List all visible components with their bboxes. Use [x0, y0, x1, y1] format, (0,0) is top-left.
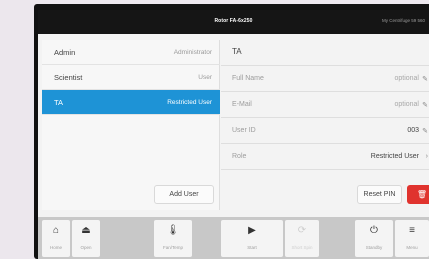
user-role: Administrator [173, 49, 212, 56]
field-value: Restricted User [370, 153, 419, 160]
home-icon: ⌂ [52, 225, 60, 236]
field-value: 003 [407, 127, 419, 134]
start-button[interactable]: ▶ Start [221, 220, 283, 257]
standby-button[interactable]: ⏻ Standby [355, 220, 393, 257]
play-icon: ▶ [248, 225, 256, 236]
user-list: Admin Administrator Scientist User TA Re… [42, 40, 220, 210]
user-role: User [198, 74, 212, 81]
email-field[interactable]: E-Mail optional ✎ [221, 92, 429, 118]
user-name: Admin [54, 48, 76, 57]
menu-button[interactable]: ≡ Menu [395, 220, 429, 257]
user-role: Restricted User [167, 99, 212, 106]
trash-icon: 🗑 [416, 190, 428, 199]
user-row-scientist[interactable]: Scientist User [42, 65, 220, 90]
field-value: optional [394, 101, 419, 108]
delete-user-button[interactable]: 🗑 [407, 185, 429, 204]
user-management-panel: Admin Administrator Scientist User TA Re… [38, 34, 429, 217]
nav-label: Standby [365, 245, 383, 250]
home-button[interactable]: ⌂ Home [42, 220, 70, 257]
device-status: My Centrifuge 59 560 [381, 18, 425, 23]
reset-pin-button[interactable]: Reset PIN [357, 185, 402, 204]
add-user-button[interactable]: Add User [154, 185, 214, 204]
user-row-ta[interactable]: TA Restricted User [42, 90, 220, 115]
nav-label: Menu [406, 245, 418, 250]
status-bar: Rotor FA-6x250 My Centrifuge 59 560 [38, 10, 429, 34]
spin-icon: ⟳ [297, 225, 307, 236]
nav-label: Start [247, 245, 257, 250]
full-name-field[interactable]: Full Name optional ✎ [221, 66, 429, 92]
user-row-admin[interactable]: Admin Administrator [42, 40, 220, 65]
rotor-title: Rotor FA-6x250 [214, 18, 253, 24]
detail-header: TA [221, 40, 429, 66]
short-spin-button[interactable]: ⟳ Short Spin [285, 220, 319, 257]
user-id-field[interactable]: User ID 003 ✎ [221, 118, 429, 144]
menu-icon: ≡ [409, 225, 415, 236]
nav-label: Short Spin [291, 245, 313, 250]
open-button[interactable]: ⏏ Open [72, 220, 100, 257]
open-lid-icon: ⏏ [81, 225, 91, 236]
nav-label: Fan/Temp [162, 245, 183, 250]
edit-icon[interactable]: ✎ [422, 75, 428, 83]
user-detail: TA Full Name optional ✎ E-Mail optional … [221, 40, 429, 210]
user-name: Scientist [54, 73, 83, 82]
chevron-right-icon[interactable]: › [426, 153, 428, 160]
detail-heading: TA [232, 47, 242, 56]
power-icon: ⏻ [370, 225, 378, 236]
field-label: User ID [232, 127, 256, 134]
field-label: E-Mail [232, 101, 252, 108]
thermometer-icon: 🌡 [166, 225, 180, 236]
user-name: TA [54, 98, 64, 107]
edit-icon[interactable]: ✎ [422, 101, 428, 109]
screen: Rotor FA-6x250 My Centrifuge 59 560 Admi… [38, 10, 429, 259]
edit-icon[interactable]: ✎ [422, 127, 428, 135]
nav-label: Open [80, 245, 92, 250]
field-label: Role [232, 153, 247, 160]
nav-label: Home [49, 245, 62, 250]
bottom-nav: ⌂ Home ⏏ Open 🌡 Fan/Temp ▶ Start ⟳ Short… [38, 217, 429, 259]
field-label: Full Name [232, 75, 264, 82]
fan-temp-button[interactable]: 🌡 Fan/Temp [154, 220, 192, 257]
field-value: optional [394, 75, 419, 82]
role-field[interactable]: Role Restricted User › [221, 144, 429, 170]
